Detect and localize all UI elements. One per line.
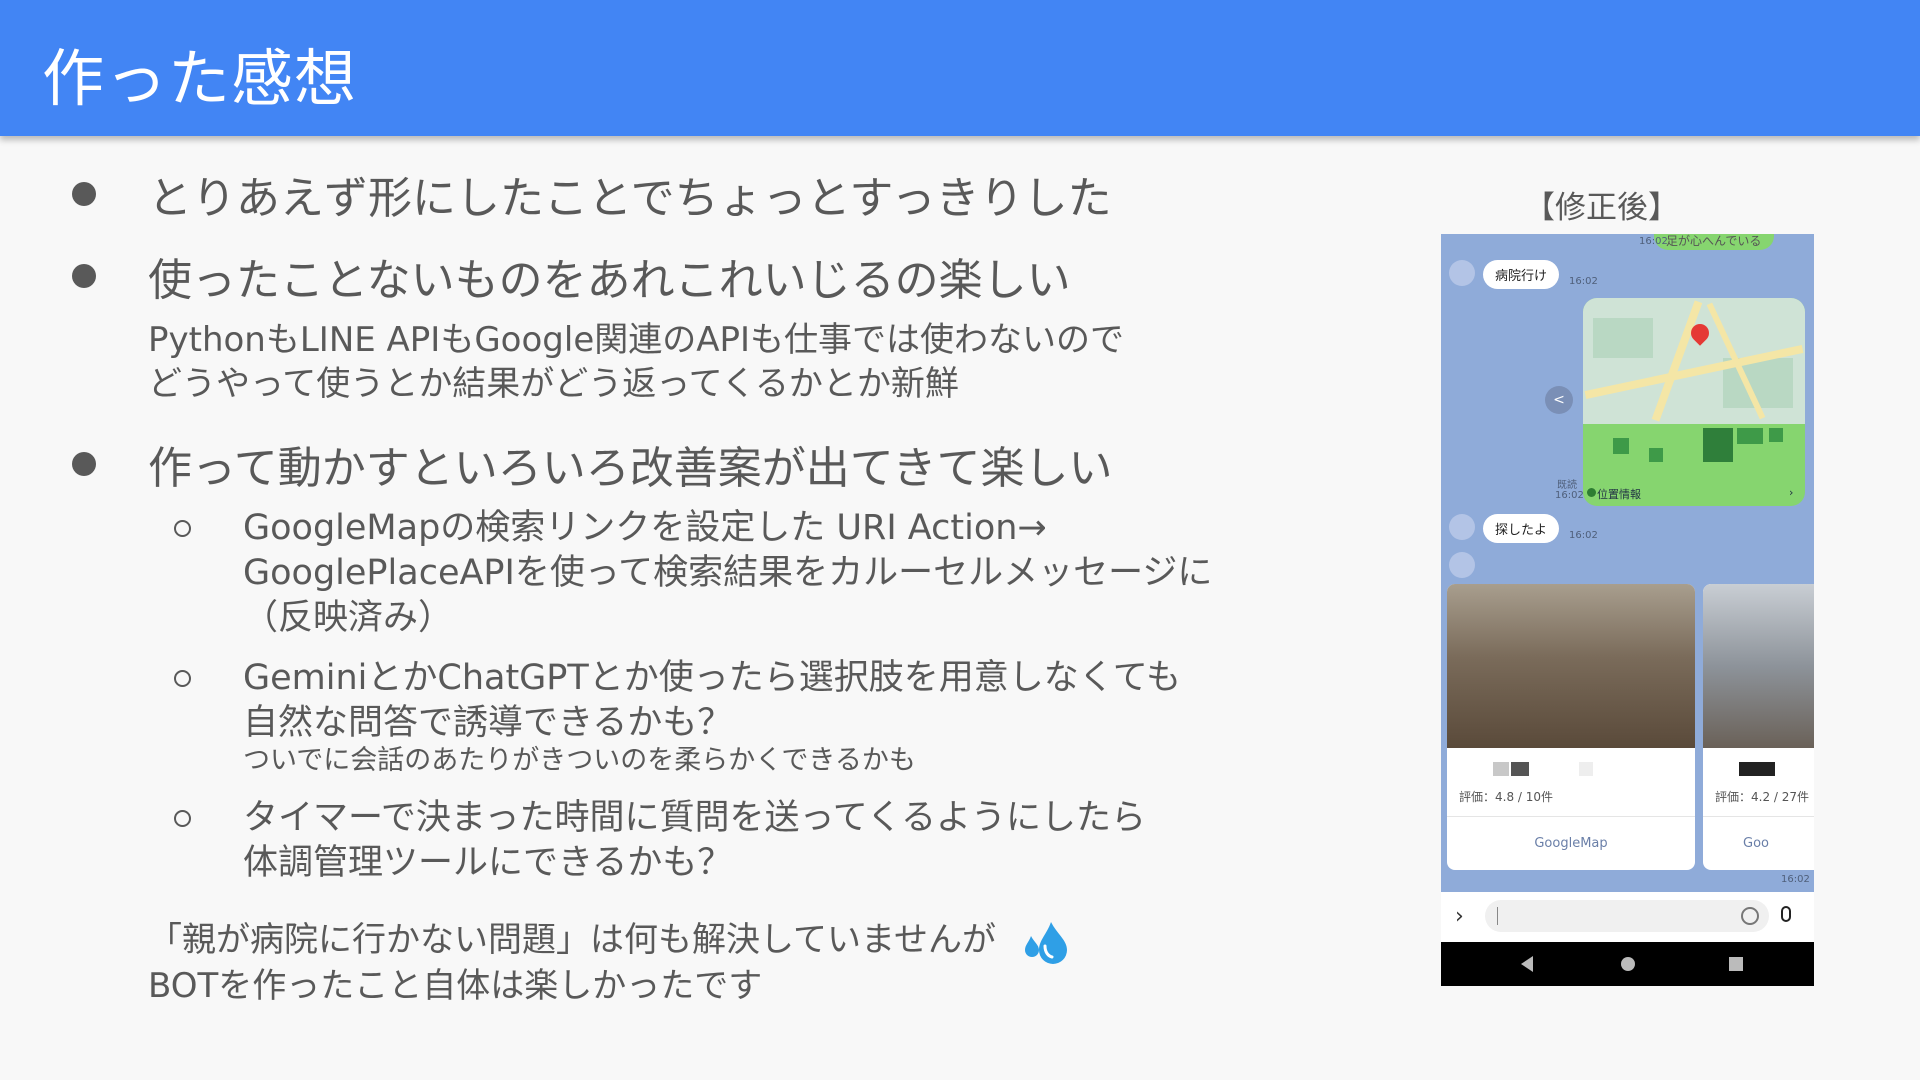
bullet-dot-icon	[72, 182, 96, 206]
api-paragraph-line-1: PythonもLINE APIもGoogle関連のAPIも仕事では使わないので	[148, 320, 1125, 360]
microphone-icon[interactable]	[1781, 906, 1791, 922]
closing-line-1: 「親が病院に行かない問題」は何も解決していませんが	[148, 920, 996, 960]
home-icon[interactable]	[1621, 957, 1635, 971]
bullet-2: 使ったことないものをあれこれいじるの楽しい	[70, 244, 1071, 308]
timestamp: 16:02	[1569, 276, 1598, 287]
sub-item-3-line-2: 体調管理ツールにできるかも？	[243, 843, 733, 883]
chevron-right-icon: ›	[1789, 486, 1794, 499]
emoji-icon[interactable]	[1741, 907, 1759, 925]
googlemap-button[interactable]: Goo	[1743, 836, 1769, 851]
message-bubble: 探したよ	[1483, 514, 1560, 543]
timestamp: 16:02	[1639, 236, 1668, 247]
location-icon	[1587, 488, 1596, 497]
sub-item-1: GoogleMapの検索リンクを設定した URI Action→ GoogleP…	[174, 506, 1212, 641]
sub-item-1-line-3: （反映済み）	[243, 598, 454, 638]
share-icon[interactable]: <	[1545, 386, 1573, 414]
closing-line-2: BOTを作ったこと自体は楽しかったです	[148, 965, 763, 1006]
sub-item-2-line-1: GeminiとかChatGPTとか使ったら選択肢を用意しなくても	[243, 658, 1181, 698]
location-label: 位置情報	[1597, 488, 1641, 501]
sub-item-2-note: ついでに会話のあたりがきついのを柔らかくできるかも	[243, 745, 916, 776]
sub-item-2: GeminiとかChatGPTとか使ったら選択肢を用意しなくても 自然な問答で誘…	[174, 656, 1181, 776]
phone-caption: 【修正後】	[1524, 190, 1679, 226]
bullet-dot-icon	[72, 264, 96, 288]
sweat-droplets-icon	[1024, 921, 1067, 964]
bullet-dot-icon	[72, 452, 96, 476]
text-caret	[1497, 907, 1498, 925]
map-thumbnail	[1583, 298, 1805, 424]
bullet-3-text: 作って動かすといろいろ改善案が出てきて楽しい	[148, 443, 1113, 494]
place-photo	[1447, 584, 1695, 748]
sub-item-2-line-2: 自然な問答で誘導できるかも？	[243, 703, 733, 743]
api-paragraph: PythonもLINE APIもGoogle関連のAPIも仕事では使わないので …	[148, 318, 1124, 406]
sub-item-1-line-2: GooglePlaceAPIを使って検索結果をカルーセルメッセージに	[243, 553, 1213, 593]
bot-avatar	[1449, 552, 1475, 578]
sub-item-3-line-1: タイマーで決まった時間に質問を送ってくるようにしたら	[243, 798, 1147, 838]
bullet-2-text: 使ったことないものをあれこれいじるの楽しい	[148, 255, 1071, 306]
previous-bubble: 足が心へんでいる	[1654, 234, 1774, 250]
recent-apps-icon[interactable]	[1729, 957, 1743, 971]
bullet-3: 作って動かすといろいろ改善案が出てきて楽しい	[70, 432, 1112, 496]
bullet-1: とりあえず形にしたことでちょっとすっきりした	[70, 162, 1112, 226]
hollow-bullet-icon	[174, 670, 191, 687]
previous-bubble-text: 足が心へんでいる	[1666, 234, 1762, 248]
back-icon[interactable]	[1521, 956, 1533, 972]
api-paragraph-line-2: どうやって使うとか結果がどう返ってくるかとか新鮮	[148, 364, 959, 404]
chat-area: 足が心へんでいる 16:02 病院行け 16:02 < 既読 16:02 位置情…	[1441, 234, 1814, 892]
message-input-bar: ›	[1441, 892, 1814, 942]
hollow-bullet-icon	[174, 810, 191, 827]
timestamp: 16:02	[1555, 490, 1584, 501]
googlemap-button[interactable]: GoogleMap	[1447, 836, 1695, 851]
sub-item-1-line-1: GoogleMapの検索リンクを設定した URI Action→	[243, 508, 1047, 548]
carousel-card[interactable]: 評価：4.8 / 10件 GoogleMap	[1447, 584, 1695, 870]
message-bubble: 病院行け	[1483, 260, 1560, 289]
bot-avatar	[1449, 260, 1475, 286]
carousel-card[interactable]: 評価：4.2 / 27件 Goo	[1703, 584, 1814, 870]
place-photo	[1703, 584, 1814, 748]
closing-paragraph: 「親が病院に行かない問題」は何も解決していませんが BOTを作ったこと自体は楽し…	[148, 918, 1071, 1008]
bot-avatar	[1449, 514, 1475, 540]
rating-text: 評価：4.2 / 27件	[1715, 790, 1810, 804]
message-input[interactable]	[1485, 900, 1769, 932]
read-receipt: 既読	[1557, 480, 1577, 491]
timestamp: 16:02	[1781, 874, 1810, 885]
android-nav-bar	[1441, 942, 1814, 986]
location-message[interactable]: 位置情報 ›	[1583, 298, 1805, 506]
expand-chevron-icon[interactable]: ›	[1455, 904, 1464, 929]
sub-item-3: タイマーで決まった時間に質問を送ってくるようにしたら 体調管理ツールにできるかも…	[174, 796, 1146, 886]
slide-content: とりあえず形にしたことでちょっとすっきりした 使ったことないものをあれこれいじる…	[0, 0, 1400, 1080]
line-chat-screenshot: 足が心へんでいる 16:02 病院行け 16:02 < 既読 16:02 位置情…	[1441, 234, 1814, 986]
hollow-bullet-icon	[174, 520, 191, 537]
rating-text: 評価：4.8 / 10件	[1459, 790, 1554, 804]
timestamp: 16:02	[1569, 530, 1598, 541]
bullet-1-text: とりあえず形にしたことでちょっとすっきりした	[148, 173, 1112, 224]
